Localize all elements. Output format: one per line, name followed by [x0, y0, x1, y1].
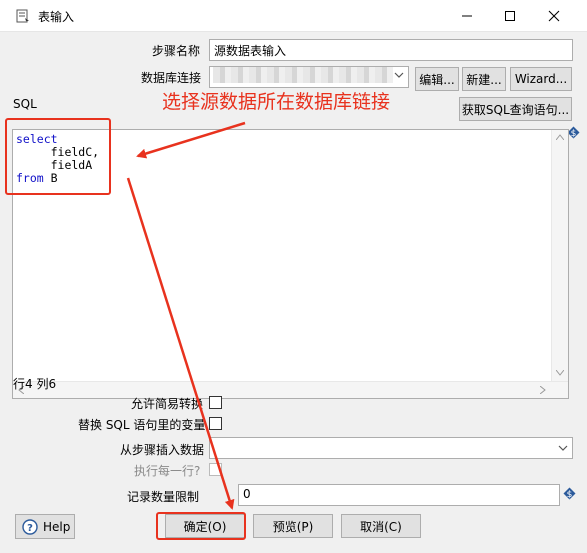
annotation-arrows	[126, 121, 246, 510]
arrow-to-sql	[136, 121, 246, 159]
arrow-to-ok	[126, 177, 235, 510]
